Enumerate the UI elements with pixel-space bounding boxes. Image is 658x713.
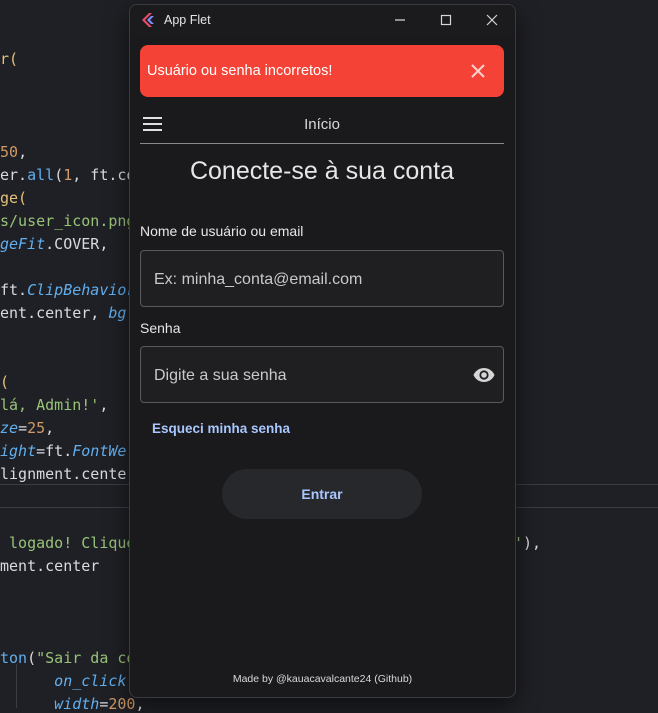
- code-line: ton("Sair da co: [0, 649, 135, 667]
- code-token: ent.center,: [0, 304, 109, 322]
- code-line: (: [0, 373, 9, 391]
- code-token: ClipBehavior: [27, 281, 136, 299]
- visibility-icon[interactable]: [472, 363, 496, 387]
- code-token: FontWe: [72, 442, 127, 460]
- code-token: ),: [523, 534, 542, 552]
- code-line: r(: [0, 50, 18, 68]
- snackbar-message: Usuário ou senha incorretos!: [147, 63, 333, 79]
- code-token: ft.: [0, 281, 28, 299]
- code-line: er.all(1, ft.co: [0, 166, 135, 184]
- code-token: r(: [0, 50, 19, 68]
- code-token: .COVER,: [45, 235, 109, 253]
- code-token: width: [0, 695, 100, 713]
- code-token: 200: [108, 695, 136, 713]
- code-fragment: '),: [514, 534, 541, 552]
- forgot-password-link[interactable]: Esqueci minha senha: [152, 421, 290, 436]
- password-input[interactable]: [152, 347, 456, 404]
- code-line: width=200,: [0, 695, 144, 713]
- code-line: lignment.cente: [0, 465, 126, 483]
- close-icon: [486, 14, 498, 26]
- login-button[interactable]: Entrar: [222, 469, 422, 519]
- code-token: (: [0, 373, 10, 391]
- code-token: 25: [27, 419, 46, 437]
- code-line: geFit.COVER,: [0, 235, 108, 253]
- code-token: ment.center: [0, 557, 100, 575]
- code-line: ze=25,: [0, 419, 54, 437]
- code-token: ight: [0, 442, 37, 460]
- code-token: ze: [0, 419, 19, 437]
- page-title: Conecte-se à sua conta: [189, 157, 455, 185]
- error-snackbar: Usuário ou senha incorretos!: [140, 45, 504, 97]
- code-token: on_click: [0, 672, 127, 690]
- username-label: Nome de usuário ou email: [140, 223, 304, 239]
- snackbar-close-button[interactable]: [458, 51, 498, 91]
- code-token: (: [54, 166, 64, 184]
- title-bar: App Flet: [130, 5, 515, 35]
- code-line: logado! Clique: [0, 534, 135, 552]
- appbar-title: Início: [304, 116, 340, 133]
- code-line: ight=ft.FontWe: [0, 442, 126, 460]
- app-window: App Flet Usuário ou senha incorretos! In…: [129, 4, 516, 698]
- code-token: er.: [0, 166, 28, 184]
- indent-guide: [16, 664, 17, 708]
- maximize-icon: [440, 14, 452, 26]
- code-token: logado! Clique: [0, 534, 136, 552]
- code-token: ge(: [0, 189, 28, 207]
- close-window-button[interactable]: [469, 5, 515, 35]
- app-bar: Início: [140, 107, 504, 144]
- code-line: ft.ClipBehavior: [0, 281, 135, 299]
- footer-credits: Made by @kauacavalcante24 (Github): [232, 673, 413, 685]
- code-token: 1: [63, 166, 73, 184]
- close-icon: [471, 64, 485, 78]
- code-token: lignment.cente: [0, 465, 127, 483]
- maximize-button[interactable]: [423, 5, 469, 35]
- minimize-button[interactable]: [377, 5, 423, 35]
- code-token: ,: [99, 396, 109, 414]
- username-input[interactable]: [152, 251, 456, 308]
- code-line: ent.center, bg: [0, 304, 126, 322]
- flet-logo-icon: [142, 13, 154, 27]
- code-token: all: [27, 166, 55, 184]
- code-token: =ft.: [36, 442, 73, 460]
- code-line: 50,: [0, 143, 27, 161]
- code-token: geFit: [0, 235, 46, 253]
- code-token: "Sair da co: [36, 649, 136, 667]
- password-label: Senha: [140, 320, 181, 336]
- code-token: bg: [108, 304, 127, 322]
- code-token: ,: [45, 419, 55, 437]
- code-token: =: [18, 419, 28, 437]
- code-line: on_click: [0, 672, 126, 690]
- code-token: ,: [18, 143, 28, 161]
- code-line: ge(: [0, 189, 27, 207]
- code-line: s/user_icon.png: [0, 212, 135, 230]
- minimize-icon: [395, 19, 405, 21]
- window-title: App Flet: [164, 13, 211, 27]
- password-field[interactable]: [140, 346, 504, 404]
- code-token: lá, Admin!': [0, 396, 100, 414]
- code-token: 50: [0, 143, 19, 161]
- code-token: s/user_icon.png: [0, 212, 136, 230]
- username-field[interactable]: [140, 250, 504, 308]
- code-token: (: [27, 649, 37, 667]
- code-token: ton: [0, 649, 28, 667]
- code-line: lá, Admin!',: [0, 396, 108, 414]
- code-line: ment.center: [0, 557, 99, 575]
- code-token: , ft.co: [72, 166, 136, 184]
